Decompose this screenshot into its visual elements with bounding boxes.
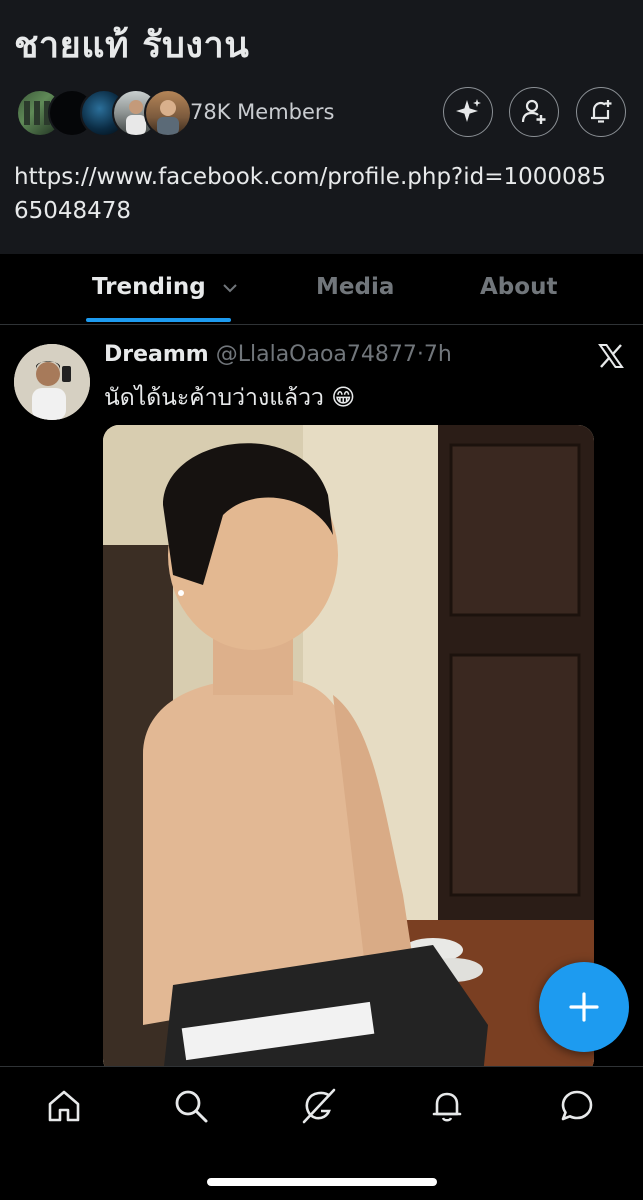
members-count[interactable]: 78K Members [190, 100, 335, 124]
post-emoji: 😁 [331, 385, 356, 411]
meta-separator: · [416, 342, 424, 367]
tab-trending-label: Trending [92, 274, 206, 300]
community-title: ชายแท้ รับงาน [14, 25, 250, 66]
member-avatars[interactable] [16, 89, 192, 137]
tab-media[interactable]: Media [316, 274, 394, 300]
post-meta: Dreamm @LlalaOaoa74877·7h [104, 342, 452, 367]
post-author-avatar[interactable] [14, 344, 90, 420]
community-tabs: Trending Media About [0, 254, 643, 325]
sparkle-icon [456, 99, 481, 122]
plus-icon [569, 992, 599, 1022]
compose-button[interactable] [539, 962, 629, 1052]
notification-settings-button[interactable] [576, 87, 626, 137]
tab-trending[interactable]: Trending [92, 274, 238, 300]
post-media-image[interactable] [103, 425, 594, 1075]
post-author-handle[interactable]: @LlalaOaoa74877 [216, 342, 417, 367]
grok-icon[interactable] [300, 1087, 338, 1125]
tab-about[interactable]: About [480, 274, 557, 300]
post-text-body: นัดได้นะค้าบว่างแล้วว [104, 385, 324, 411]
messages-icon[interactable] [558, 1087, 596, 1125]
post-time: 7h [423, 342, 452, 367]
post-text: นัดได้นะค้าบว่างแล้วว 😁 [104, 380, 355, 416]
home-indicator [207, 1178, 437, 1186]
sparkle-button[interactable] [443, 87, 493, 137]
add-member-button[interactable] [509, 87, 559, 137]
add-member-icon [521, 99, 546, 124]
active-tab-indicator [86, 318, 231, 322]
x-logo-icon [598, 344, 624, 368]
chevron-down-icon [222, 283, 237, 292]
home-icon[interactable] [45, 1087, 83, 1125]
notifications-icon[interactable] [428, 1087, 466, 1125]
community-header: ชายแท้ รับงาน 78K Members https://www.fa… [0, 0, 643, 254]
notification-bell-icon [591, 100, 612, 123]
search-icon[interactable] [172, 1087, 210, 1125]
member-avatar [144, 89, 192, 137]
post-author-name[interactable]: Dreamm [104, 342, 209, 367]
community-description[interactable]: https://www.facebook.com/profile.php?id=… [14, 160, 614, 228]
